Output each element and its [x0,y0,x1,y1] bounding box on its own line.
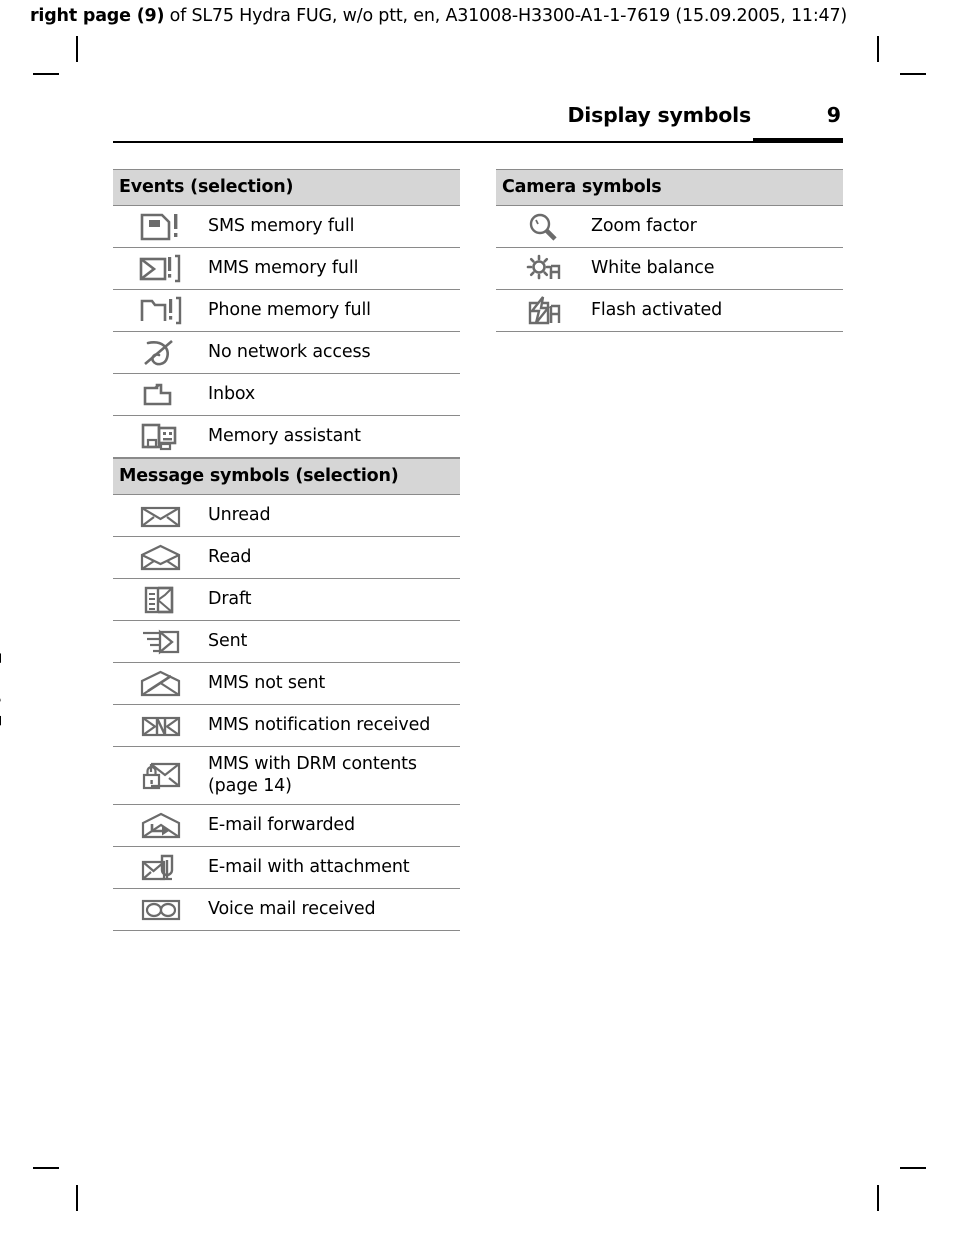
mms-not-sent-icon [113,669,208,699]
slug-bold-prefix: right page (9) [30,6,165,26]
section-header-camera-symbols: Camera symbols [496,169,843,207]
phone-memory-full-icon [113,296,208,326]
crop-mark-top-left-vertical [76,36,78,62]
row-label: Zoom factor [591,215,697,236]
row-label: SMS memory full [208,215,355,236]
table-row: MMS memory full [113,248,460,291]
two-column-layout: Events (selection) SMS memory full MMS m… [113,169,843,932]
row-label: Voice mail received [208,898,376,919]
table-row: Inbox [113,374,460,417]
flash-activated-icon [496,295,591,327]
crop-mark-bottom-left-vertical [76,1185,78,1211]
inbox-icon [113,380,208,410]
sms-memory-full-icon [113,212,208,242]
crop-mark-bottom-left-horizontal [33,1167,59,1169]
mms-memory-full-icon [113,254,208,284]
row-label: Inbox [208,383,256,404]
draft-icon [113,584,208,616]
table-row: SMS memory full [113,206,460,249]
crop-mark-bottom-right-vertical [877,1185,879,1211]
table-row: Draft [113,579,460,622]
table-row: MMS not sent [113,663,460,706]
events-symbol-table: Events (selection) SMS memory full MMS m… [113,169,460,459]
running-head: Display symbols 9 [113,100,843,145]
crop-mark-bottom-right-horizontal [900,1167,926,1169]
section-header-message-symbols: Message symbols (selection) [113,458,460,496]
email-forwarded-icon [113,811,208,841]
slug-rest: of SL75 Hydra FUG, w/o ptt, en, A31008-H… [164,6,848,26]
memory-assistant-icon [113,421,208,453]
table-row: No network access [113,332,460,375]
row-label: Memory assistant [208,425,361,446]
email-attachment-icon [113,852,208,884]
running-head-rule [113,141,753,143]
zoom-factor-icon [496,212,591,242]
table-row: Read [113,537,460,580]
table-row: MMS with DRM contents (page 14) [113,747,460,806]
table-row: Flash activated [496,290,843,333]
row-label: Sent [208,630,248,651]
crop-mark-top-left-horizontal [33,73,59,75]
row-label: No network access [208,341,371,362]
table-row: Unread [113,495,460,538]
page-number: 9 [826,103,841,127]
copyright-side-text: © Siemens AG 2003, C:\Siemens\DTP-Satz\P… [0,600,2,1240]
sent-icon [113,628,208,656]
voice-mail-received-icon [113,897,208,923]
camera-symbol-table: Camera symbols Zoom factor White balance… [496,169,843,333]
row-label: MMS with DRM contents (page 14) [208,754,417,798]
left-column: Events (selection) SMS memory full MMS m… [113,169,460,932]
row-label: White balance [591,257,715,278]
read-envelope-icon [113,543,208,573]
row-label: Phone memory full [208,299,371,320]
message-symbol-table: Message symbols (selection) Unread Read … [113,458,460,932]
page-body: Display symbols 9 Events (selection) SMS… [113,100,843,932]
white-balance-icon [496,254,591,284]
row-label: Unread [208,504,271,525]
table-row: MMS notification received [113,705,460,748]
table-row: Phone memory full [113,290,460,333]
row-label: MMS memory full [208,257,359,278]
printer-slug-line: right page (9) of SL75 Hydra FUG, w/o pt… [30,6,847,26]
unread-envelope-icon [113,502,208,530]
right-column: Camera symbols Zoom factor White balance… [496,169,843,931]
section-header-events: Events (selection) [113,169,460,207]
no-network-access-icon [113,338,208,368]
row-label-line2: (page 14) [208,775,292,796]
running-head-page-rule [753,138,843,143]
row-label: MMS not sent [208,672,326,693]
page-title: Display symbols [567,103,751,127]
mms-drm-contents-icon [113,759,208,793]
table-row: Sent [113,621,460,664]
row-label: MMS notification received [208,714,431,735]
table-row: Zoom factor [496,206,843,249]
row-label-line1: MMS with DRM contents [208,753,417,774]
row-label: Draft [208,588,252,609]
crop-mark-top-right-horizontal [900,73,926,75]
row-label: Flash activated [591,299,723,320]
table-row: E-mail with attachment [113,847,460,890]
row-label: Read [208,546,252,567]
crop-mark-top-right-vertical [877,36,879,62]
row-label: E-mail forwarded [208,814,355,835]
table-row: Voice mail received [113,889,460,932]
row-label: E-mail with attachment [208,856,410,877]
table-row: White balance [496,248,843,291]
table-row: E-mail forwarded [113,805,460,848]
mms-notification-received-icon [113,712,208,740]
table-row: Memory assistant [113,416,460,459]
